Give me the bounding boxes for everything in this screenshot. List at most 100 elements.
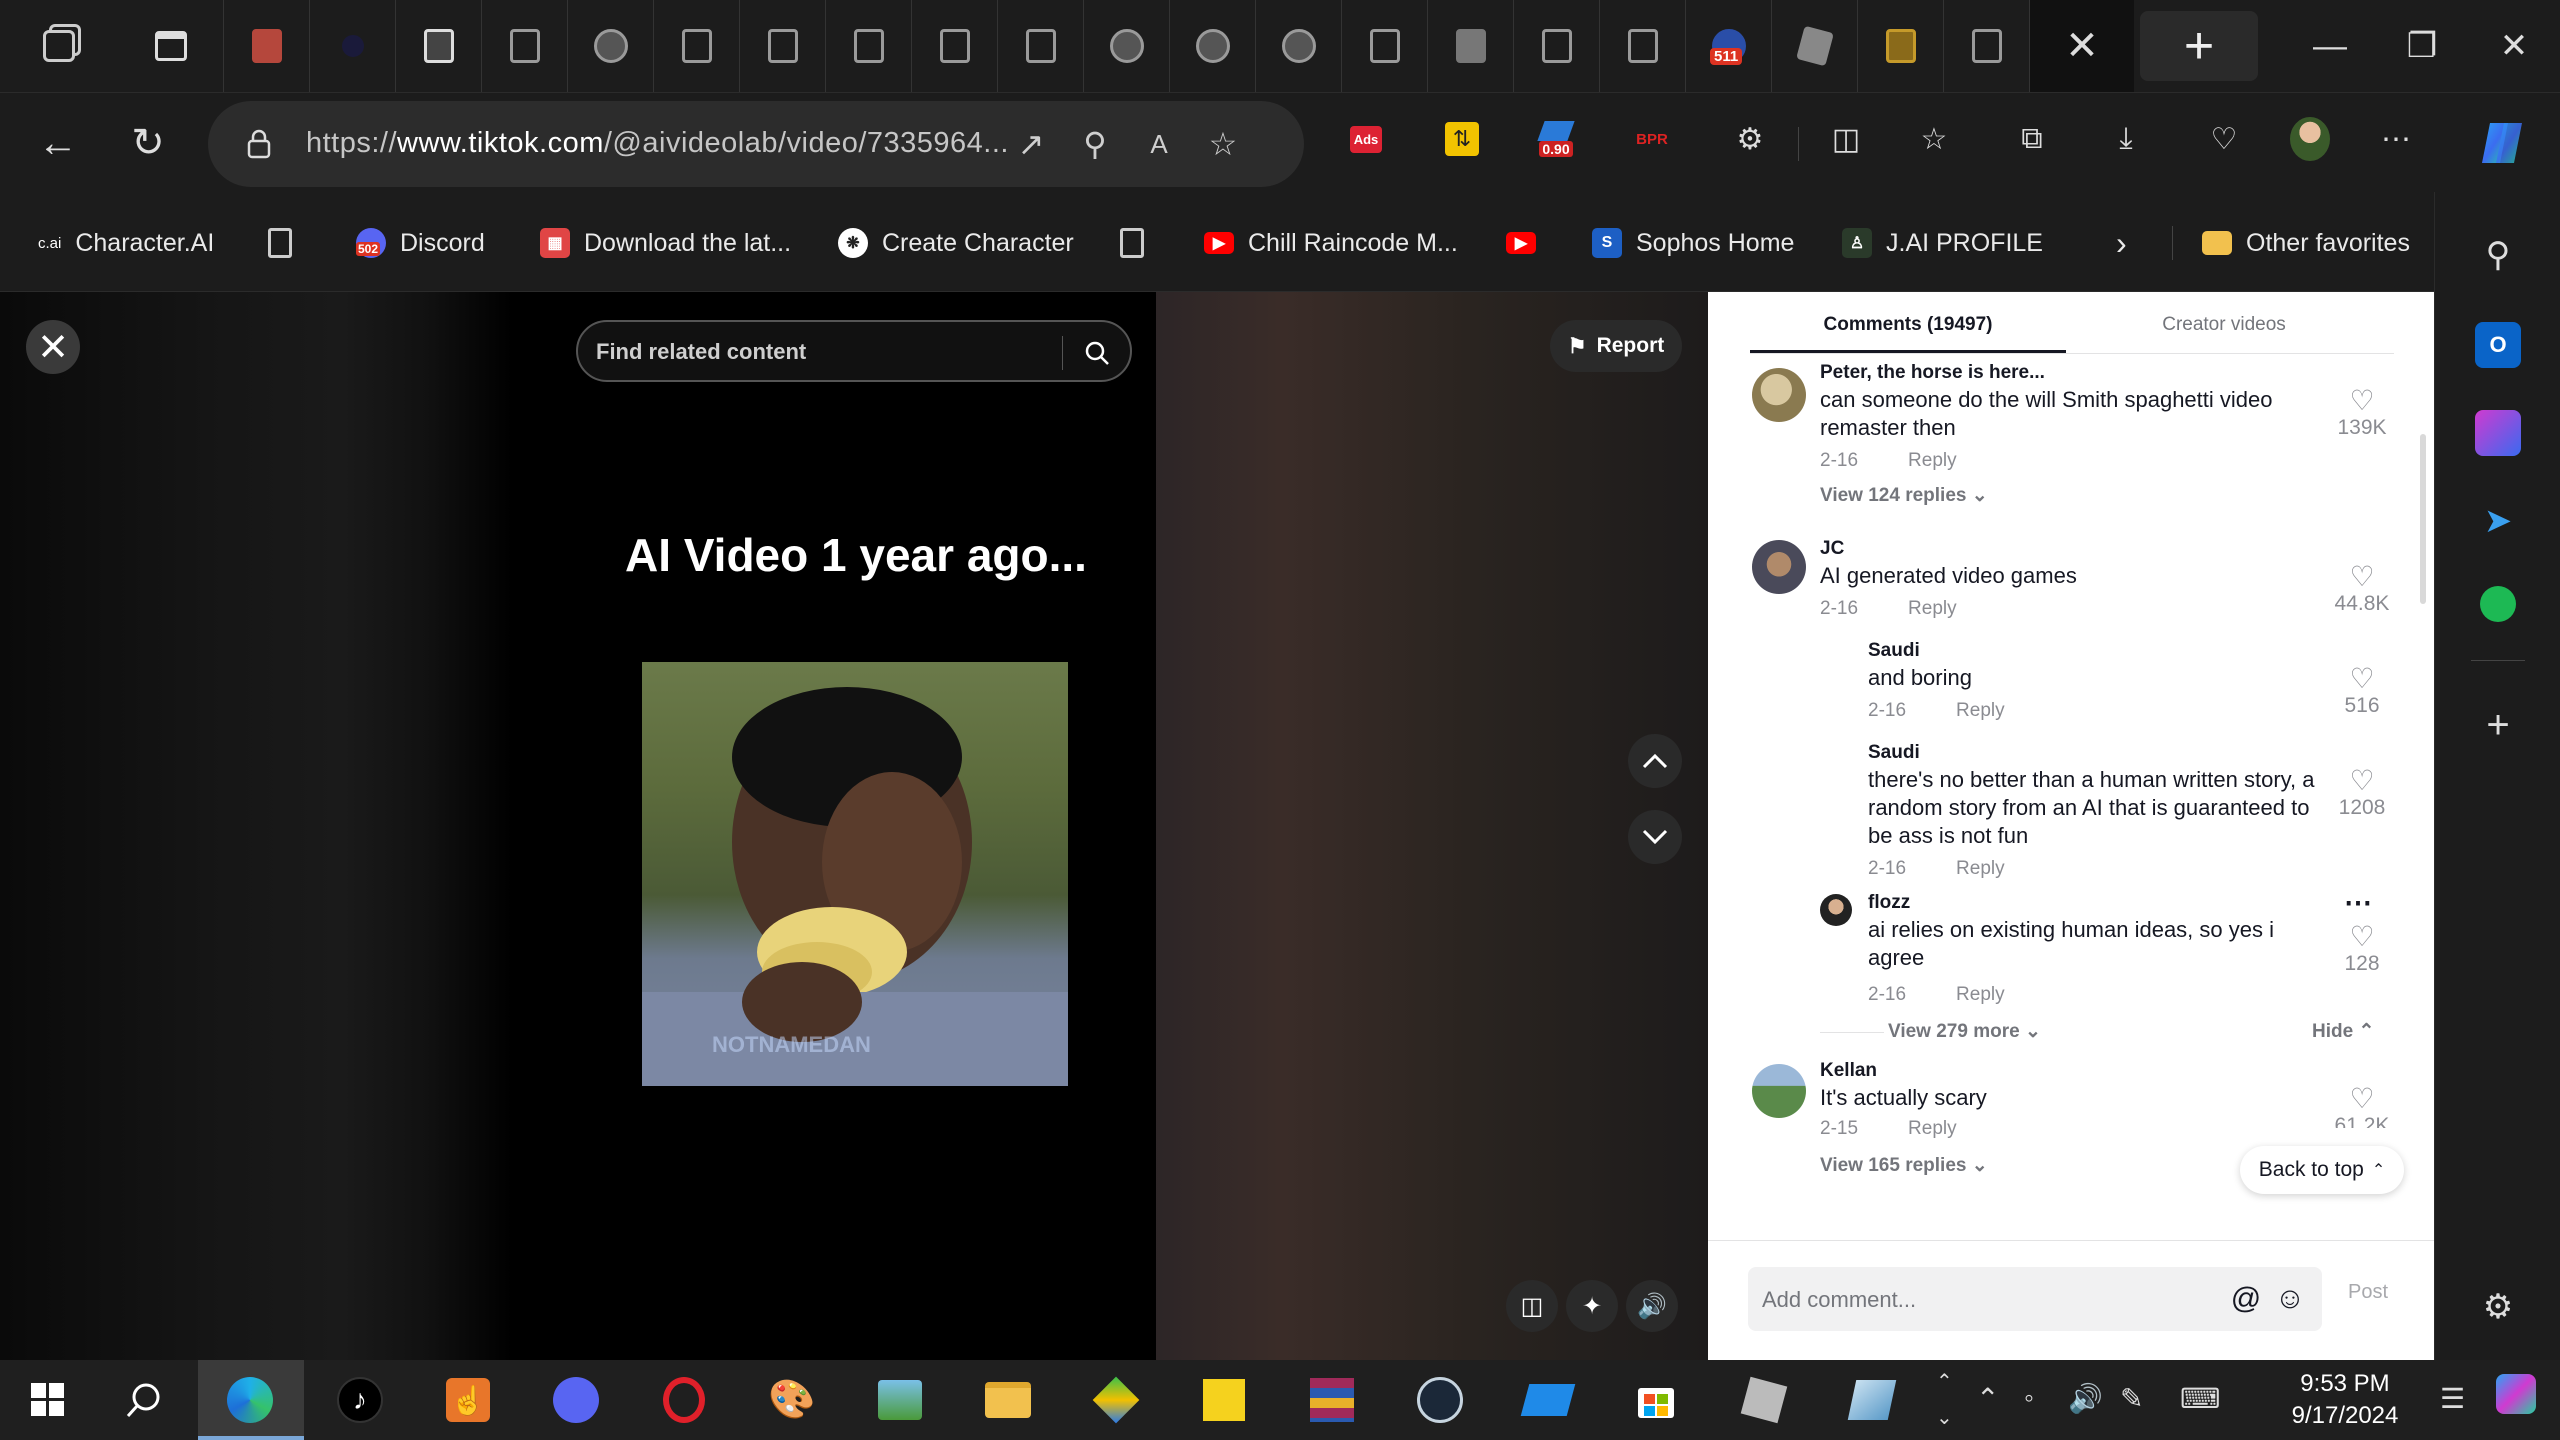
tiktok-taskbar-icon[interactable]: ♪ [332, 1372, 388, 1428]
volume-button[interactable]: 🔊 [1626, 1280, 1678, 1332]
more-menu-icon[interactable]: ⋯ [2376, 119, 2416, 159]
zoom-icon[interactable]: ⚲ [1076, 125, 1114, 163]
view-more-replies-button[interactable]: View 279 more ⌄ [1888, 1020, 2041, 1043]
active-tab[interactable]: ✕ [2030, 0, 2134, 92]
touch-app-taskbar-icon[interactable]: ☝ [440, 1372, 496, 1428]
tab[interactable]: 511 [1686, 0, 1772, 92]
tab[interactable] [568, 0, 654, 92]
clock[interactable]: 9:53 PM 9/17/2024 [2270, 1368, 2420, 1432]
comments-scrollbar[interactable] [2420, 434, 2426, 604]
new-tab-button[interactable]: + [2140, 11, 2258, 81]
downloads-icon[interactable]: ⤓ [2106, 119, 2146, 159]
designer-icon[interactable] [2475, 410, 2521, 456]
search-icon[interactable]: ⚲ [2475, 232, 2521, 278]
favorite-character-ai[interactable]: c.ai Character.AI [38, 226, 214, 260]
extension-yellow-icon[interactable]: ⇅ [1442, 119, 1482, 159]
sticky-notes-taskbar-icon[interactable] [1196, 1372, 1252, 1428]
other-favorites[interactable]: Other favorites [2202, 226, 2410, 260]
tab[interactable] [310, 0, 396, 92]
browser-essentials-icon[interactable]: ♡ [2204, 119, 2244, 159]
start-button[interactable] [20, 1372, 76, 1428]
tab[interactable] [1858, 0, 1944, 92]
tab[interactable] [912, 0, 998, 92]
mention-icon[interactable]: @ [2228, 1281, 2264, 1317]
send-icon[interactable]: ➤ [2475, 498, 2521, 544]
tab[interactable] [396, 0, 482, 92]
winrar-taskbar-icon[interactable] [1304, 1372, 1360, 1428]
reply-button[interactable]: Reply [1956, 858, 2005, 879]
notifications-icon[interactable]: ☰ [2440, 1382, 2465, 1415]
emoji-icon[interactable]: ☺ [2272, 1281, 2308, 1317]
wifi-icon[interactable]: ◦ [2024, 1382, 2034, 1414]
tab[interactable] [654, 0, 740, 92]
tab[interactable] [998, 0, 1084, 92]
back-button[interactable]: ← [30, 115, 86, 171]
taskbar-scroll-arrows[interactable]: ⌃ ⌄ [1936, 1364, 1953, 1436]
microsoft-store-taskbar-icon[interactable] [1628, 1372, 1684, 1428]
reply-button[interactable]: Reply [1908, 1118, 1957, 1139]
minimize-button[interactable]: — [2284, 0, 2376, 92]
reply-username[interactable]: flozz [1868, 892, 1910, 914]
comment-username[interactable]: Kellan [1820, 1060, 1877, 1082]
tab[interactable] [1944, 0, 2030, 92]
tab[interactable] [1428, 0, 1514, 92]
favorite-sophos-home[interactable]: S Sophos Home [1592, 226, 1794, 260]
close-window-button[interactable]: ✕ [2468, 0, 2560, 92]
close-video-button[interactable]: ✕ [26, 320, 80, 374]
like-button[interactable]: ♡ 44.8K [2332, 562, 2392, 616]
back-to-top-button[interactable]: Back to top ⌃ [2240, 1146, 2404, 1194]
outlook-icon[interactable]: O [2475, 322, 2521, 368]
reply-username[interactable]: Saudi [1868, 742, 1920, 764]
add-sidebar-app-icon[interactable]: + [2475, 702, 2521, 748]
favorite-create-character[interactable]: ❋ Create Character [838, 226, 1074, 260]
edge-taskbar-icon[interactable] [222, 1372, 278, 1428]
roblox-taskbar-icon[interactable] [1736, 1372, 1792, 1428]
report-button[interactable]: ⚑ Report [1550, 320, 1682, 372]
remote-desktop-taskbar-icon[interactable] [1520, 1372, 1576, 1428]
copilot-icon[interactable] [2472, 113, 2532, 173]
tab[interactable] [482, 0, 568, 92]
like-button[interactable]: ♡ 516 [2332, 664, 2392, 718]
reply-button[interactable]: Reply [1908, 598, 1957, 619]
search-input[interactable] [596, 336, 1036, 368]
tab[interactable] [1084, 0, 1170, 92]
workspaces-button[interactable] [0, 0, 118, 92]
file-explorer-taskbar-icon[interactable] [980, 1372, 1036, 1428]
url-field[interactable]: https://www.tiktok.com/@aivideolab/video… [208, 101, 1304, 187]
extensions-puzzle-icon[interactable]: ⚙ [1730, 119, 1770, 159]
like-button[interactable]: ♡ 1208 [2332, 766, 2392, 820]
view-replies-button[interactable]: View 165 replies ⌄ [1820, 1154, 1988, 1177]
favorite-page[interactable] [268, 226, 292, 260]
sidebar-settings-icon[interactable]: ⚙ [2475, 1284, 2521, 1330]
profile-avatar[interactable] [2290, 117, 2330, 161]
next-video-button[interactable] [1628, 810, 1682, 864]
tab-creator-videos[interactable]: Creator videos [2066, 314, 2382, 336]
studio-taskbar-icon[interactable] [1844, 1372, 1900, 1428]
ads-extension-icon[interactable]: Ads [1346, 119, 1386, 159]
tab[interactable] [1514, 0, 1600, 92]
favorite-youtube[interactable]: ▶ [1506, 226, 1536, 260]
favorite-chill-raincode[interactable]: ▶ Chill Raincode M... [1204, 226, 1458, 260]
more-options-icon[interactable]: ⋯ [2344, 886, 2372, 919]
opera-taskbar-icon[interactable] [656, 1372, 712, 1428]
reply-button[interactable]: Reply [1956, 700, 2005, 721]
floating-player-button[interactable]: ◫ [1506, 1280, 1558, 1332]
tab-actions-button[interactable] [118, 0, 224, 92]
avatar[interactable] [1752, 540, 1806, 594]
like-button[interactable]: ♡ 139K [2332, 386, 2392, 440]
comment-username[interactable]: Peter, the horse is here... [1820, 362, 2045, 384]
hide-replies-button[interactable]: Hide ⌃ [2312, 1020, 2374, 1043]
comment-username[interactable]: JC [1820, 538, 1844, 560]
avatar[interactable] [1752, 368, 1806, 422]
post-button[interactable]: Post [2348, 1281, 2388, 1304]
search-button[interactable] [1076, 332, 1118, 374]
favorites-overflow-chevron-icon[interactable]: › [2116, 225, 2127, 261]
comments-list[interactable]: Peter, the horse is here... can someone … [1708, 354, 2434, 1240]
refresh-button[interactable]: ↻ [120, 115, 176, 171]
comment-input[interactable] [1762, 1285, 2202, 1315]
favorite-download[interactable]: ▦ Download the lat... [540, 226, 791, 260]
volume-icon[interactable]: 🔊 [2068, 1382, 2103, 1415]
price-extension-icon[interactable]: 0.90 [1536, 119, 1576, 159]
discord-taskbar-icon[interactable] [548, 1372, 604, 1428]
tab[interactable] [826, 0, 912, 92]
